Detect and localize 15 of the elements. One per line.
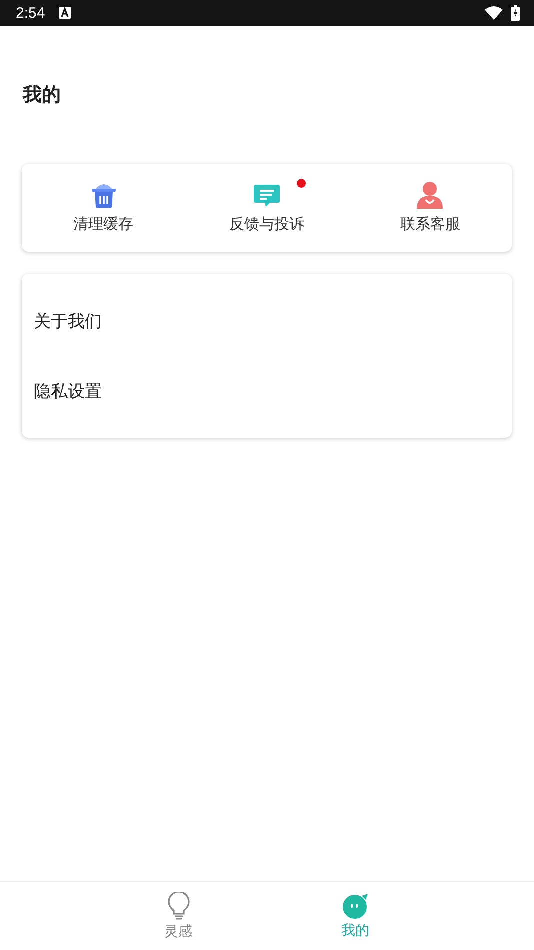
quick-action-button[interactable]: 反馈与投诉	[185, 164, 349, 252]
chat-icon	[252, 183, 281, 209]
wifi-icon	[485, 6, 503, 20]
quick-action-button[interactable]: 清理缓存	[22, 164, 186, 252]
face-icon	[342, 892, 370, 918]
page-title: 我的	[23, 83, 62, 108]
menu-item[interactable]: 关于我们	[22, 286, 512, 356]
lightbulb-icon	[168, 892, 190, 920]
battery-icon	[511, 5, 520, 21]
nav-tab[interactable]: 灵感	[90, 882, 267, 950]
menu-item[interactable]: 隐私设置	[22, 356, 512, 426]
quick-action-button[interactable]: 联系客服	[348, 164, 512, 252]
person-icon	[416, 181, 444, 209]
status-time: 2:54	[16, 4, 46, 22]
notification-icon	[59, 7, 72, 19]
